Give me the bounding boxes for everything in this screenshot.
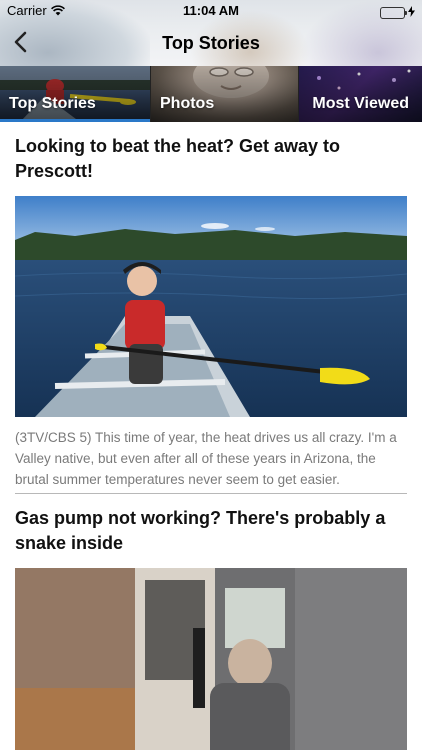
tab-top-stories[interactable]: Top Stories — [0, 66, 150, 122]
status-bar: Carrier 11:04 AM — [0, 0, 422, 22]
tab-strip: Top Stories Photos Most Viewed — [0, 66, 422, 122]
header: Carrier 11:04 AM Top Stories — [0, 0, 422, 66]
tab-label: Most Viewed — [312, 95, 409, 112]
article-title[interactable]: Gas pump not working? There's probably a… — [15, 494, 407, 556]
battery-icon — [380, 6, 407, 19]
tab-label: Top Stories — [9, 95, 96, 112]
article-summary: (3TV/CBS 5) This time of year, the heat … — [15, 430, 397, 487]
nav-bar: Top Stories — [0, 22, 422, 66]
page-title: Top Stories — [162, 33, 260, 53]
tab-photos[interactable]: Photos — [150, 66, 298, 122]
article-image[interactable] — [15, 196, 407, 417]
status-right — [380, 5, 415, 20]
article-card[interactable]: Gas pump not working? There's probably a… — [0, 494, 422, 750]
article-title[interactable]: Looking to beat the heat? Get away to Pr… — [15, 122, 407, 184]
charging-icon — [408, 5, 415, 20]
article-image[interactable] — [15, 568, 407, 750]
tab-most-viewed[interactable]: Most Viewed — [298, 66, 422, 122]
tab-label: Photos — [160, 95, 215, 112]
status-time: 11:04 AM — [183, 3, 239, 18]
article-card[interactable]: Looking to beat the heat? Get away to Pr… — [0, 122, 422, 490]
